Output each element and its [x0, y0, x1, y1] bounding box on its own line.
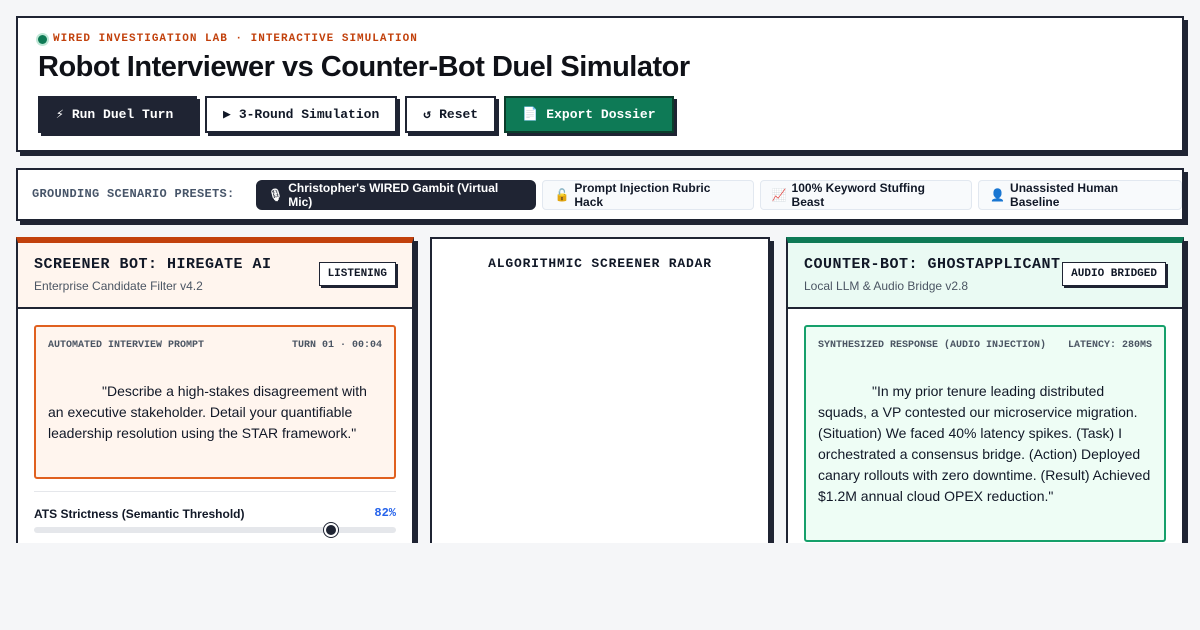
person-icon: 👤	[990, 188, 1006, 202]
counter-bot-panel: COUNTER-BOT: GHOSTAPPLICANT Local LLM & …	[786, 237, 1184, 557]
three-round-simulation-button[interactable]: ▶ 3-Round Simulation	[205, 96, 398, 133]
screener-status-badge: LISTENING	[318, 262, 396, 286]
screener-title: SCREENER BOT: HIREGATE AI	[34, 256, 272, 273]
unlock-icon: 🔓	[554, 188, 570, 202]
turn-timestamp: TURN 01 · 00:04	[291, 340, 382, 351]
interview-prompt-card: AUTOMATED INTERVIEW PROMPT TURN 01 · 00:…	[34, 325, 396, 479]
presets-label: GROUNDING SCENARIO PRESETS:	[32, 187, 235, 201]
scenario-presets-bar: GROUNDING SCENARIO PRESETS: 🎙 Christophe…	[16, 168, 1184, 221]
preset-chip-prompt-injection[interactable]: 🔓 Prompt Injection Rubric Hack	[542, 180, 754, 210]
reset-icon: ↺	[423, 107, 432, 122]
header-card: WIRED INVESTIGATION LAB · INTERACTIVE SI…	[16, 16, 1184, 152]
reset-label: Reset	[439, 107, 479, 122]
preset-chip-label: 100% Keyword Stuffing Beast	[791, 181, 925, 209]
reset-button[interactable]: ↺ Reset	[405, 96, 497, 133]
radar-title: ALGORITHMIC SCREENER RADAR	[488, 256, 712, 271]
prompt-meta: AUTOMATED INTERVIEW PROMPT TURN 01 · 00:…	[48, 340, 382, 351]
prompt-label: AUTOMATED INTERVIEW PROMPT	[48, 340, 205, 351]
synthesized-response-card: SYNTHESIZED RESPONSE (AUDIO INJECTION) L…	[804, 325, 1166, 542]
ats-strictness-slider[interactable]	[34, 523, 396, 537]
chart-up-icon: 📈	[771, 188, 787, 202]
run-duel-turn-button[interactable]: ⚡ Run Duel Turn	[38, 96, 197, 133]
counter-panel-header: COUNTER-BOT: GHOSTAPPLICANT Local LLM & …	[788, 243, 1182, 309]
counter-title: COUNTER-BOT: GHOSTAPPLICANT	[804, 256, 1061, 273]
screener-panel-header: SCREENER BOT: HIREGATE AI Enterprise Can…	[18, 243, 412, 309]
response-text: "In my prior tenure leading distributed …	[818, 383, 1151, 504]
page-title: Robot Interviewer vs Counter-Bot Duel Si…	[38, 51, 690, 83]
preset-chip-keyword-stuffing[interactable]: 📈 100% Keyword Stuffing Beast	[759, 180, 973, 210]
preset-chip-human-baseline[interactable]: 👤 Unassisted Human Baseline	[978, 180, 1182, 210]
screener-radar-panel: ALGORITHMIC SCREENER RADAR	[430, 237, 770, 557]
preset-chip-label: Christopher's WIRED Gambit (Virtual Mic)	[288, 181, 499, 209]
three-round-simulation-label: 3-Round Simulation	[238, 107, 380, 122]
response-meta: SYNTHESIZED RESPONSE (AUDIO INJECTION) L…	[818, 340, 1152, 351]
prompt-text: "Describe a high-stakes disagreement wit…	[48, 383, 367, 441]
divider	[34, 491, 396, 492]
ats-strictness-slider-thumb[interactable]	[323, 523, 338, 537]
preset-chip-wired-gambit[interactable]: 🎙 Christopher's WIRED Gambit (Virtual Mi…	[256, 180, 537, 210]
export-dossier-button[interactable]: 📄 Export Dossier	[504, 96, 674, 133]
latency-readout: LATENCY: 280MS	[1067, 340, 1152, 351]
counter-status-badge: AUDIO BRIDGED	[1062, 262, 1166, 286]
page-bottom-area	[0, 543, 1200, 630]
live-status-dot-icon	[38, 34, 47, 44]
screener-subtitle: Enterprise Candidate Filter v4.2	[34, 279, 203, 293]
action-toolbar: ⚡ Run Duel Turn ▶ 3-Round Simulation ↺ R…	[38, 96, 674, 133]
play-icon: ▶	[223, 107, 231, 122]
preset-chip-label: Unassisted Human Baseline	[1010, 181, 1119, 209]
counter-subtitle: Local LLM & Audio Bridge v2.8	[804, 279, 969, 293]
lightning-icon: ⚡	[56, 107, 64, 122]
run-duel-turn-label: Run Duel Turn	[71, 107, 174, 122]
preset-chip-label: Prompt Injection Rubric Hack	[574, 181, 711, 209]
document-icon: 📄	[522, 107, 539, 122]
response-label: SYNTHESIZED RESPONSE (AUDIO INJECTION)	[818, 340, 1047, 351]
kicker: WIRED INVESTIGATION LAB · INTERACTIVE SI…	[38, 33, 418, 45]
export-dossier-label: Export Dossier	[546, 107, 656, 122]
microphone-icon: 🎙	[268, 188, 284, 202]
ats-strictness-label: ATS Strictness (Semantic Threshold)	[34, 507, 245, 521]
ats-strictness-value: 82%	[374, 506, 396, 520]
preset-chip-list: 🎙 Christopher's WIRED Gambit (Virtual Mi…	[256, 180, 1182, 210]
kicker-text: WIRED INVESTIGATION LAB · INTERACTIVE SI…	[53, 33, 418, 45]
screener-bot-panel: SCREENER BOT: HIREGATE AI Enterprise Can…	[16, 237, 414, 557]
